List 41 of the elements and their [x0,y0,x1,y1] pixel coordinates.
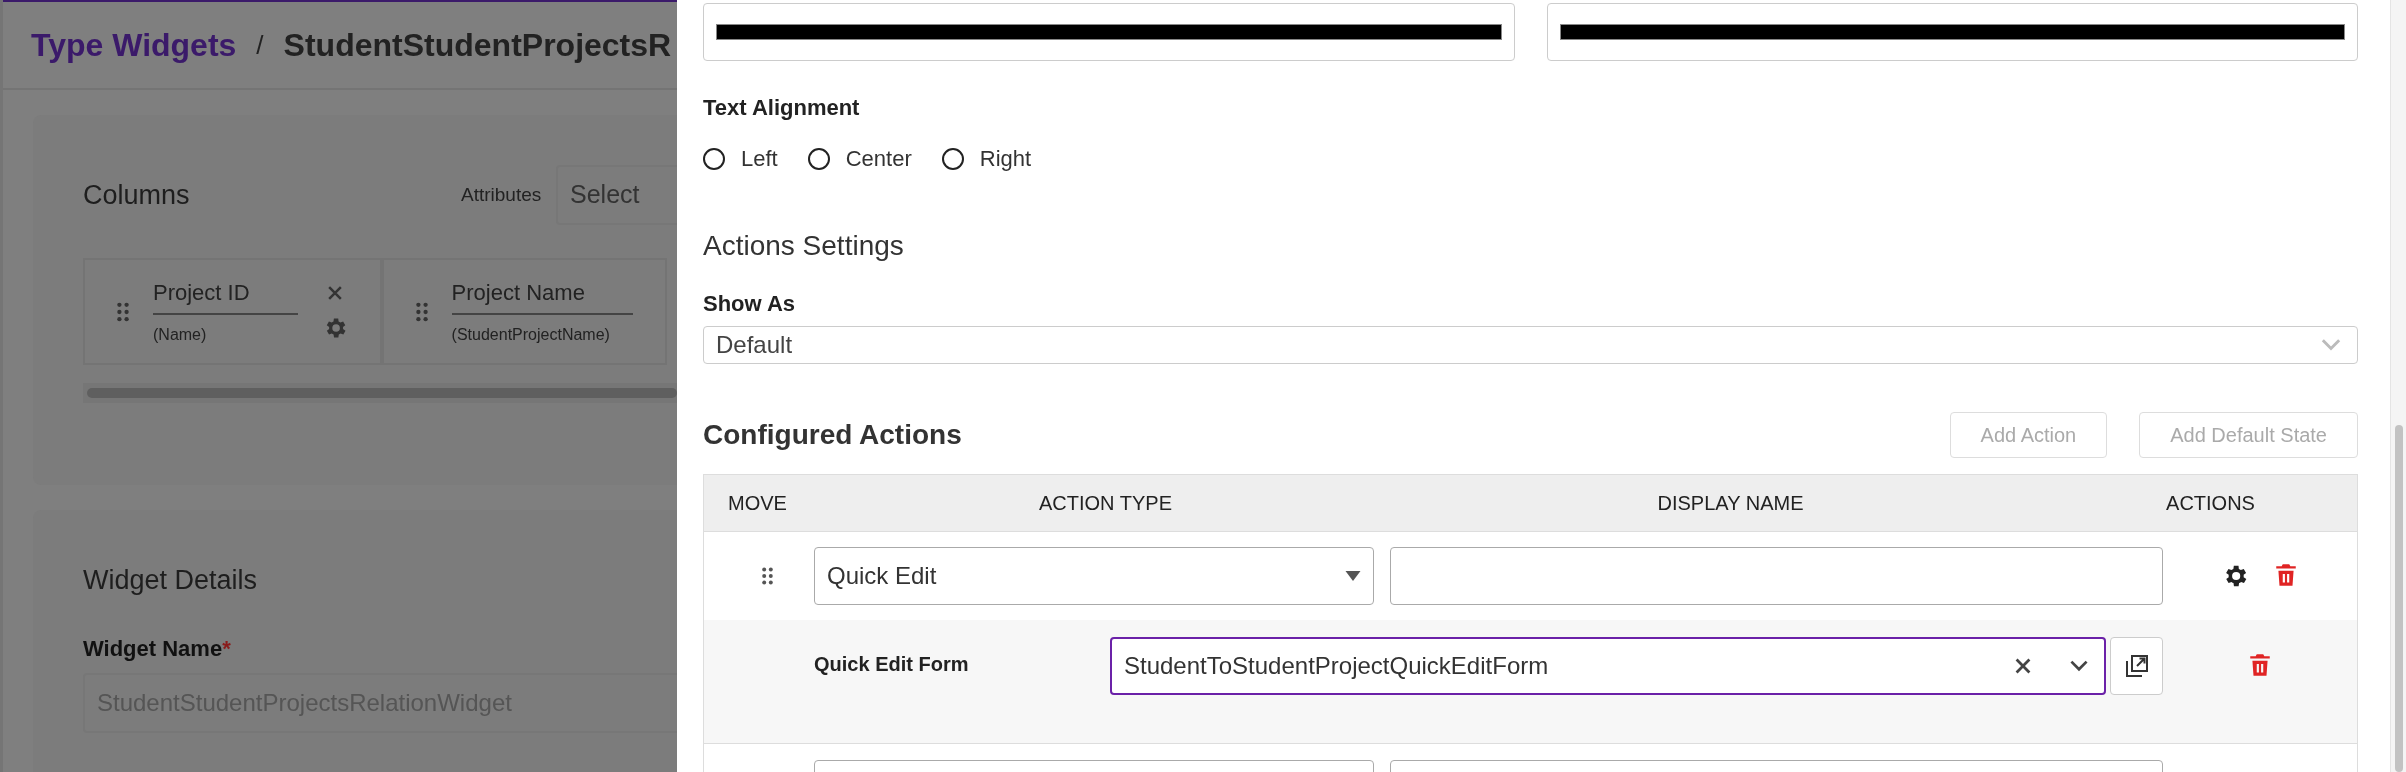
show-as-select[interactable]: Default [703,326,2358,364]
radio-option[interactable]: Center [807,142,912,175]
radio-option[interactable]: Left [703,142,778,175]
text-field[interactable] [1546,3,2358,61]
drag-handle-icon[interactable] [415,301,428,322]
section-title: Configured Actions [703,418,962,452]
column-label: Project ID [153,276,298,315]
attributes-label: Attributes [461,182,543,207]
delete-icon[interactable] [2273,562,2299,588]
section-title: Columns [83,178,191,212]
drag-handle-icon[interactable] [117,301,129,322]
delete-icon[interactable] [2247,652,2273,678]
text-field[interactable] [703,3,1515,61]
section-title: Widget Details [83,564,259,597]
breadcrumb-current: StudentStudentProjectsR [283,26,672,65]
action-type-select[interactable]: Quick Edit [814,547,1374,605]
breadcrumb-separator: / [256,28,264,62]
field-label: Show As [703,290,797,318]
breadcrumb-link[interactable]: Type Widgets [31,21,237,69]
vertical-scrollbar[interactable] [2390,0,2406,772]
field-label: Text Alignment [703,94,861,122]
radio-option[interactable]: Right [941,142,1032,175]
horizontal-scrollbar[interactable] [83,383,677,403]
column-attribute: (StudentProjectName) [451,325,611,345]
column-header: DISPLAY NAME [1656,491,1805,516]
column-chip[interactable]: Project Name (StudentProjectName) [381,258,667,365]
column-label: Project Name [451,276,633,315]
column-header: ACTIONS [2165,491,2256,516]
column-header: MOVE [727,491,788,516]
column-attribute: (Name) [153,325,208,345]
section-title: Actions Settings [703,229,905,263]
field-label: Quick Edit Form [814,652,970,677]
column-chip[interactable]: Project ID (Name) [83,258,382,365]
quick-edit-form-select[interactable]: StudentToStudentProjectQuickEditForm [1110,637,2106,695]
display-name-field[interactable] [1390,547,2163,605]
dropdown-triangle-icon [1345,571,1361,581]
open-form-button[interactable] [2110,637,2163,695]
required-mark: * [222,635,231,663]
drag-handle-icon[interactable] [761,567,773,585]
column-header: ACTION TYPE [1038,491,1173,516]
field-label: Widget Name [83,635,223,663]
